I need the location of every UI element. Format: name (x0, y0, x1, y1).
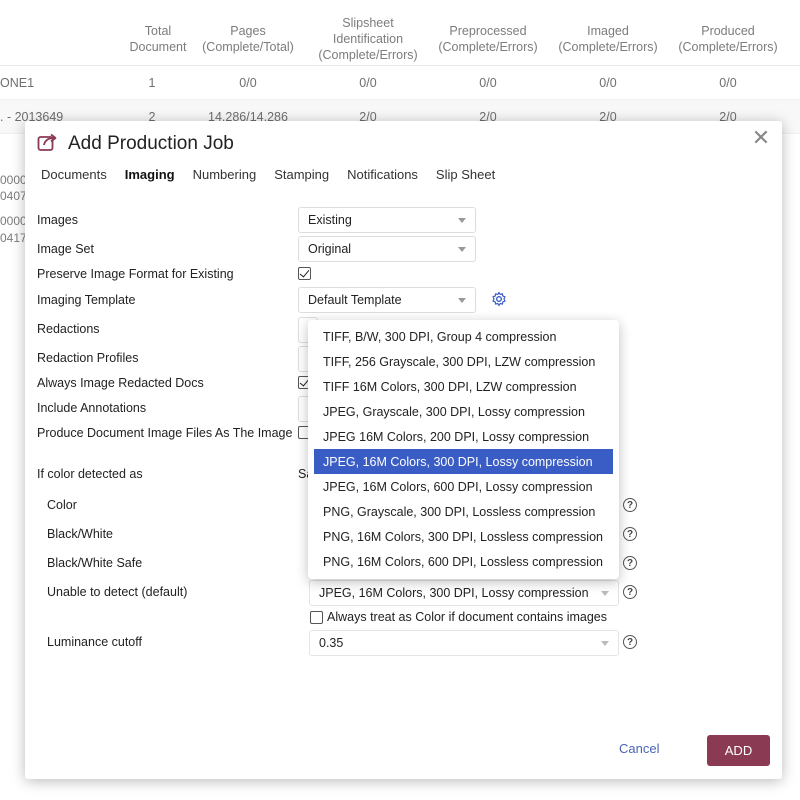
modal-tabs: Documents Imaging Numbering Stamping Not… (41, 167, 513, 182)
dropdown-option[interactable]: TIFF 16M Colors, 300 DPI, LZW compressio… (314, 374, 613, 399)
dropdown-option-selected[interactable]: JPEG, 16M Colors, 300 DPI, Lossy compres… (314, 449, 613, 474)
preserve-format-checkbox[interactable] (298, 267, 311, 280)
imaging-template-value: Default Template (308, 293, 402, 307)
redactions-label: Redactions (37, 322, 100, 336)
redaction-profiles-label: Redaction Profiles (37, 351, 139, 365)
help-icon[interactable]: ? (623, 527, 637, 541)
color-row-label: Color (47, 498, 77, 512)
add-button[interactable]: ADD (707, 735, 770, 766)
include-annotations-label: Include Annotations (37, 401, 147, 415)
images-value: Existing (308, 213, 352, 227)
unable-to-detect-select[interactable]: JPEG, 16M Colors, 300 DPI, Lossy compres… (309, 580, 619, 606)
chevron-down-icon (601, 641, 609, 646)
luminance-cutoff-label: Luminance cutoff (47, 635, 142, 649)
dropdown-option[interactable]: PNG, 16M Colors, 600 DPI, Lossless compr… (314, 549, 613, 574)
close-icon[interactable]: ✕ (750, 125, 772, 150)
tab-notifications[interactable]: Notifications (347, 167, 418, 182)
image-set-label: Image Set (37, 242, 94, 256)
modal-header: Add Production Job (37, 129, 234, 159)
share-export-icon (37, 132, 59, 157)
imaging-format-dropdown: TIFF, B/W, 300 DPI, Group 4 compression … (308, 320, 619, 579)
tab-numbering[interactable]: Numbering (193, 167, 257, 182)
dropdown-option[interactable]: PNG, 16M Colors, 300 DPI, Lossless compr… (314, 524, 613, 549)
help-icon[interactable]: ? (623, 556, 637, 570)
help-icon[interactable]: ? (623, 498, 637, 512)
luminance-cutoff-select[interactable]: 0.35 (309, 630, 619, 656)
gear-icon[interactable] (491, 291, 507, 312)
image-set-value: Original (308, 242, 352, 256)
checkmark-icon (299, 267, 310, 278)
always-treat-color-checkbox[interactable] (310, 611, 323, 624)
produce-image-files-label: Produce Document Image Files As The Imag… (37, 426, 293, 440)
dropdown-option[interactable]: JPEG, 16M Colors, 600 DPI, Lossy compres… (314, 474, 613, 499)
images-label: Images (37, 213, 78, 227)
imaging-template-label: Imaging Template (37, 293, 136, 307)
chevron-down-icon (601, 591, 609, 596)
always-treat-color-label: Always treat as Color if document contai… (327, 610, 607, 624)
always-image-redacted-label: Always Image Redacted Docs (37, 376, 204, 390)
black-white-row-label: Black/White (47, 527, 113, 541)
dropdown-option[interactable]: JPEG 16M Colors, 200 DPI, Lossy compress… (314, 424, 613, 449)
tab-stamping[interactable]: Stamping (274, 167, 329, 182)
dropdown-option[interactable]: TIFF, 256 Grayscale, 300 DPI, LZW compre… (314, 349, 613, 374)
help-icon[interactable]: ? (623, 585, 637, 599)
tab-imaging[interactable]: Imaging (125, 167, 175, 182)
chevron-down-icon (458, 218, 466, 223)
tab-slip-sheet[interactable]: Slip Sheet (436, 167, 495, 182)
luminance-cutoff-value: 0.35 (319, 636, 344, 650)
preserve-format-label: Preserve Image Format for Existing (37, 267, 234, 281)
images-select[interactable]: Existing (298, 207, 476, 233)
dropdown-option[interactable]: TIFF, B/W, 300 DPI, Group 4 compression (314, 324, 613, 349)
dropdown-option[interactable]: JPEG, Grayscale, 300 DPI, Lossy compress… (314, 399, 613, 424)
unable-to-detect-value: JPEG, 16M Colors, 300 DPI, Lossy compres… (319, 586, 589, 600)
tab-documents[interactable]: Documents (41, 167, 107, 182)
unable-to-detect-label: Unable to detect (default) (47, 585, 188, 599)
help-icon[interactable]: ? (623, 635, 637, 649)
dropdown-option[interactable]: PNG, Grayscale, 300 DPI, Lossless compre… (314, 499, 613, 524)
imaging-template-select[interactable]: Default Template (298, 287, 476, 313)
chevron-down-icon (458, 247, 466, 252)
black-white-safe-row-label: Black/White Safe (47, 556, 143, 570)
cancel-button[interactable]: Cancel (619, 741, 659, 756)
chevron-down-icon (458, 298, 466, 303)
image-set-select[interactable]: Original (298, 236, 476, 262)
modal-title: Add Production Job (68, 133, 234, 154)
color-detected-heading: If color detected as (37, 467, 143, 481)
